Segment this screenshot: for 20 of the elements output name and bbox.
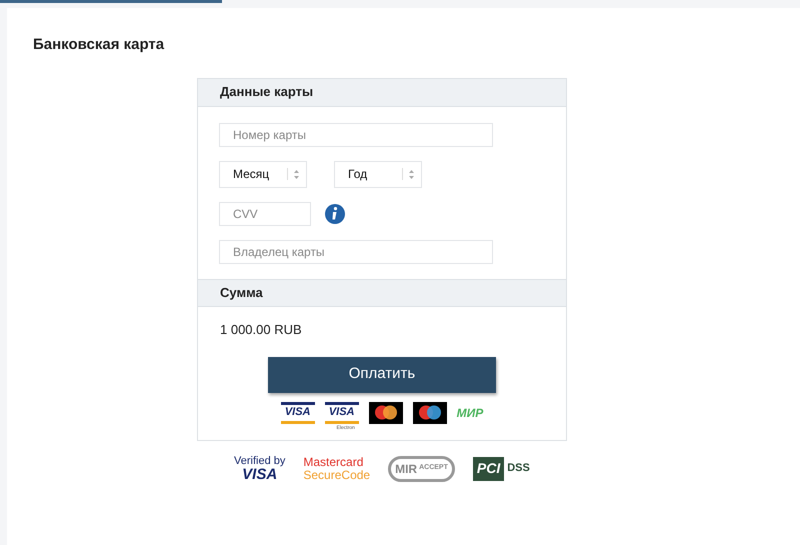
spinner-arrows-icon — [408, 168, 415, 180]
input-field[interactable]: Номер карты — [219, 122, 493, 146]
visa-logo: VISA — [280, 402, 315, 424]
info-icon[interactable] — [325, 204, 345, 224]
mir-logo: МИР — [456, 404, 484, 422]
amount-text: 1 000.00 RUB — [220, 322, 302, 336]
cvv-field[interactable]: CVV — [219, 202, 311, 226]
pay-button[interactable]: Оплатить — [268, 356, 496, 392]
select-field[interactable]: Месяц — [219, 160, 307, 188]
securecode-logo: Mastercard SecureCode — [303, 456, 370, 482]
pci-dss-logo: PCI DSS — [472, 456, 530, 480]
maestro-logo — [412, 402, 447, 424]
page-title: Банковская карта — [33, 35, 164, 55]
verified-by-visa-logo: Verified by VISA — [234, 456, 286, 482]
section-header: Данные карты — [198, 78, 566, 106]
section-header: Сумма — [198, 278, 566, 306]
mastercard-logo — [368, 402, 403, 424]
select-field[interactable]: Год — [334, 160, 422, 188]
input-field[interactable]: Владелец карты — [219, 240, 493, 264]
spinner-arrows-icon — [293, 168, 300, 180]
